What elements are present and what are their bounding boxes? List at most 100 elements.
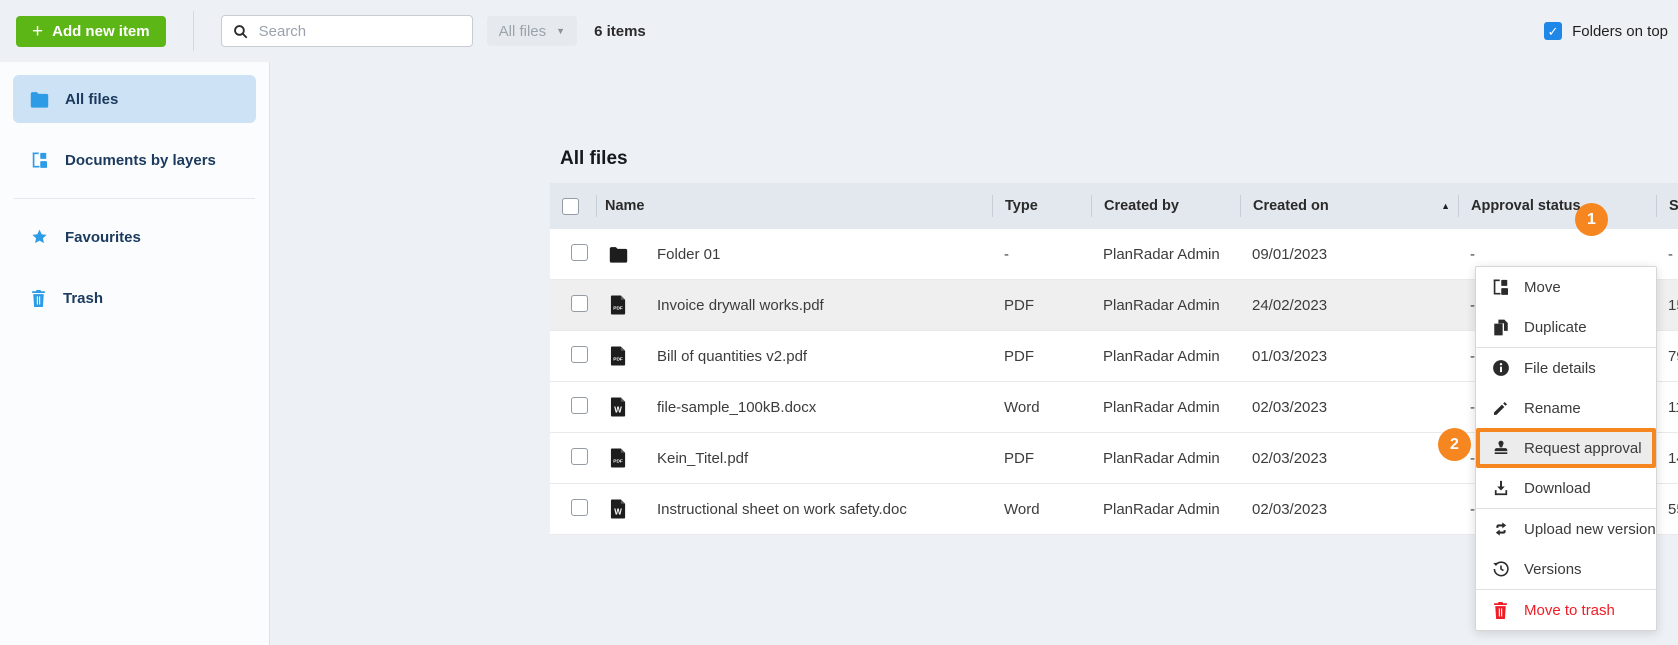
- menu-item-move[interactable]: Move: [1476, 267, 1656, 307]
- column-header-created-on[interactable]: Created on▲: [1240, 195, 1458, 217]
- file-size: 79 KB: [1656, 348, 1678, 365]
- row-checkbox-cell: [550, 295, 596, 316]
- search-box[interactable]: [221, 15, 473, 47]
- sync-icon: [1491, 520, 1510, 538]
- svg-text:PDF: PDF: [613, 356, 623, 362]
- name-cell: Folder 01: [596, 246, 992, 263]
- row-checkbox[interactable]: [571, 499, 588, 516]
- created-on: 09/01/2023: [1240, 246, 1458, 263]
- sidebar-divider: [14, 198, 255, 199]
- word-icon: W: [610, 499, 627, 519]
- row-checkbox[interactable]: [571, 346, 588, 363]
- sidebar-item-documents-by-layers[interactable]: Documents by layers: [13, 136, 256, 184]
- menu-item-download[interactable]: Download: [1476, 468, 1656, 508]
- pdf-icon: PDF: [610, 448, 627, 468]
- file-type: Word: [992, 399, 1091, 416]
- created-by: PlanRadar Admin: [1091, 450, 1240, 467]
- menu-item-request-approval[interactable]: Request approval: [1476, 428, 1656, 468]
- sidebar: All files Documents by layers Favourites Tr…: [0, 62, 270, 645]
- created-on: 24/02/2023: [1240, 297, 1458, 314]
- menu-item-label: Move to trash: [1524, 602, 1615, 619]
- step-badge-1: 1: [1575, 203, 1608, 236]
- tree-icon: [30, 151, 49, 169]
- sidebar-item-label: Favourites: [65, 229, 141, 246]
- approval-status: -: [1458, 246, 1656, 263]
- folders-on-top-toggle[interactable]: ✓ Folders on top: [1544, 22, 1668, 40]
- file-size: 55 KB: [1656, 501, 1678, 518]
- sidebar-item-all-files[interactable]: All files: [13, 75, 256, 123]
- menu-item-move-to-trash[interactable]: Move to trash: [1476, 590, 1656, 630]
- column-header-size[interactable]: Size: [1656, 195, 1678, 217]
- file-name: Invoice drywall works.pdf: [657, 297, 824, 314]
- created-on: 02/03/2023: [1240, 450, 1458, 467]
- file-name: Kein_Titel.pdf: [657, 450, 748, 467]
- select-all-checkbox[interactable]: [550, 195, 596, 217]
- row-checkbox[interactable]: [571, 244, 588, 261]
- folder-icon: [30, 91, 49, 108]
- row-checkbox[interactable]: [571, 295, 588, 312]
- created-by: PlanRadar Admin: [1091, 348, 1240, 365]
- file-size: 146 KB: [1656, 450, 1678, 467]
- main-content: All files Name Type Created by Created o…: [270, 62, 1678, 645]
- step-badge-2: 2: [1438, 428, 1471, 461]
- column-header-name[interactable]: Name: [596, 195, 992, 217]
- file-size: 155 KB: [1656, 297, 1678, 314]
- menu-item-rename[interactable]: Rename: [1476, 388, 1656, 428]
- row-checkbox-cell: [550, 499, 596, 520]
- trash-icon: [1491, 601, 1510, 620]
- plus-icon: +: [32, 22, 43, 41]
- menu-item-label: Versions: [1524, 561, 1582, 578]
- column-header-approval-status[interactable]: Approval status: [1458, 195, 1656, 217]
- checkbox-checked-icon[interactable]: ✓: [1544, 22, 1562, 40]
- column-header-created-by[interactable]: Created by: [1091, 195, 1240, 217]
- menu-item-duplicate[interactable]: Duplicate: [1476, 307, 1656, 347]
- sidebar-item-label: Documents by layers: [65, 152, 216, 169]
- file-type: PDF: [992, 450, 1091, 467]
- download-icon: [1491, 479, 1510, 497]
- items-count: 6 items: [594, 23, 646, 40]
- row-checkbox[interactable]: [571, 397, 588, 414]
- menu-item-label: Request approval: [1524, 440, 1642, 457]
- sort-ascending-icon: ▲: [1441, 201, 1450, 211]
- sidebar-item-label: All files: [65, 91, 118, 108]
- topbar-divider: [193, 11, 194, 51]
- created-on: 02/03/2023: [1240, 501, 1458, 518]
- name-cell: WInstructional sheet on work safety.doc: [596, 499, 992, 519]
- file-size: 112 KB: [1656, 399, 1678, 416]
- menu-item-versions[interactable]: Versions: [1476, 549, 1656, 589]
- search-icon: [232, 23, 249, 40]
- name-cell: PDFBill of quantities v2.pdf: [596, 346, 992, 366]
- svg-text:W: W: [614, 508, 622, 517]
- created-by: PlanRadar Admin: [1091, 399, 1240, 416]
- file-type: PDF: [992, 348, 1091, 365]
- sidebar-item-label: Trash: [63, 290, 103, 307]
- column-header-type[interactable]: Type: [992, 195, 1091, 217]
- add-new-item-label: Add new item: [52, 23, 150, 40]
- sidebar-item-favourites[interactable]: Favourites: [13, 213, 256, 261]
- stamp-icon: [1491, 439, 1510, 457]
- menu-item-file-details[interactable]: File details: [1476, 348, 1656, 388]
- file-type: PDF: [992, 297, 1091, 314]
- pdf-icon: PDF: [610, 346, 627, 366]
- created-on: 01/03/2023: [1240, 348, 1458, 365]
- row-checkbox-cell: [550, 397, 596, 418]
- menu-item-label: Upload new version: [1524, 521, 1656, 538]
- row-checkbox[interactable]: [571, 448, 588, 465]
- chevron-down-icon: ▼: [556, 26, 565, 36]
- sidebar-item-trash[interactable]: Trash: [13, 274, 256, 322]
- created-by: PlanRadar Admin: [1091, 297, 1240, 314]
- star-icon: [30, 228, 49, 246]
- search-input[interactable]: [257, 22, 462, 41]
- history-icon: [1491, 560, 1510, 578]
- copy-icon: [1491, 318, 1510, 337]
- menu-item-upload-new-version[interactable]: Upload new version: [1476, 509, 1656, 549]
- created-on: 02/03/2023: [1240, 399, 1458, 416]
- file-filter-value: All files: [499, 23, 547, 40]
- file-type: Word: [992, 501, 1091, 518]
- trash-icon: [30, 289, 47, 308]
- documents-app: + Add new item All files ▼ 6 items ✓ Fol…: [0, 0, 1678, 645]
- add-new-item-button[interactable]: + Add new item: [16, 16, 166, 47]
- created-by: PlanRadar Admin: [1091, 501, 1240, 518]
- created-by: PlanRadar Admin: [1091, 246, 1240, 263]
- file-filter-dropdown[interactable]: All files ▼: [487, 16, 577, 46]
